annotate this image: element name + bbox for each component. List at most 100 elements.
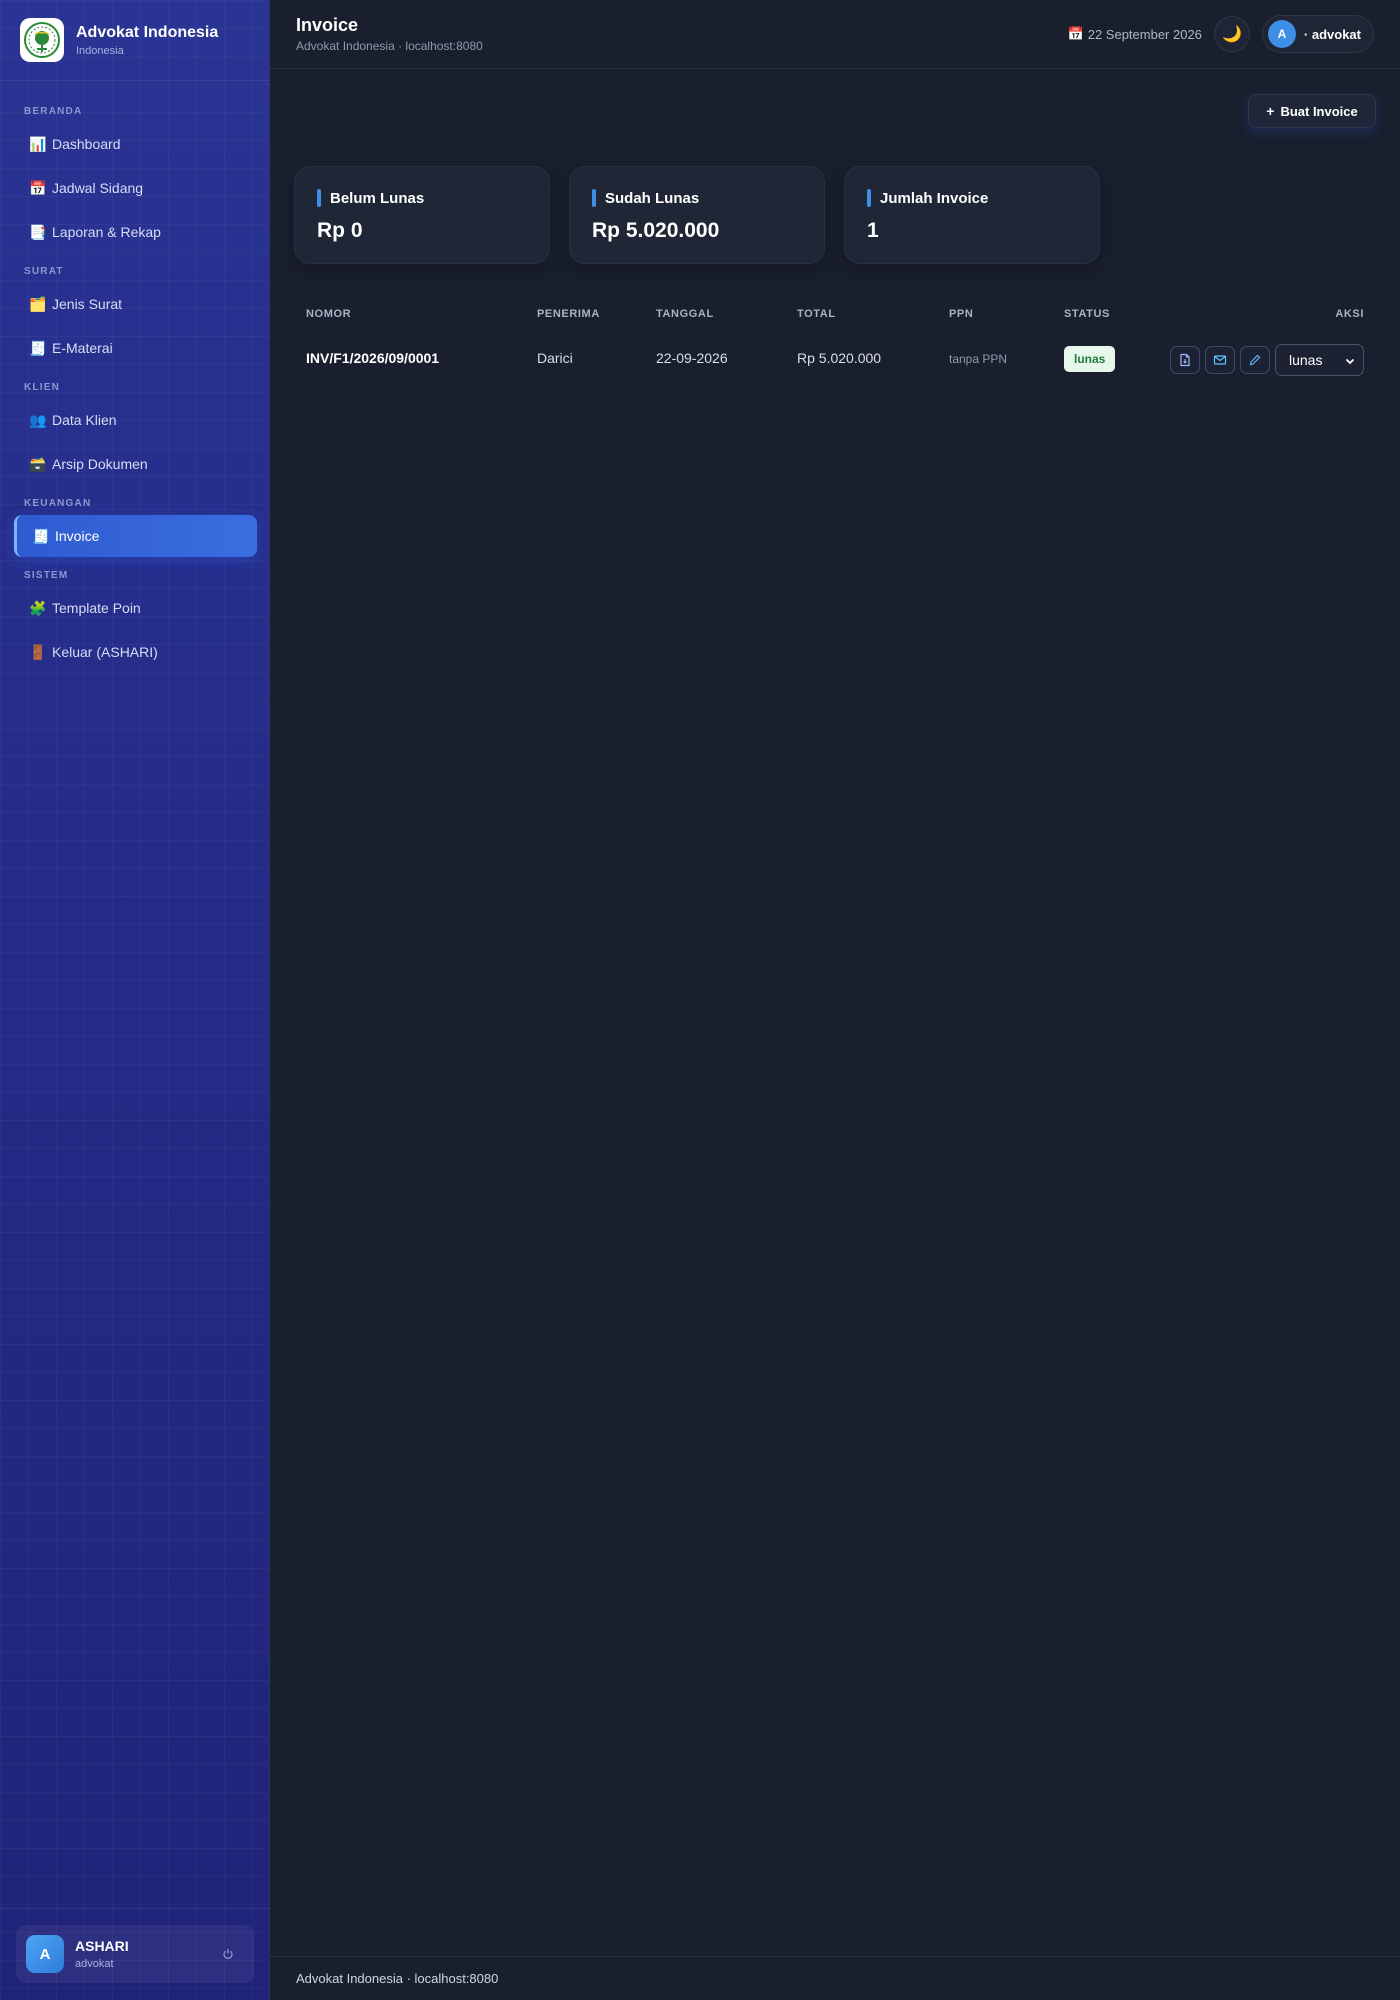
user-menu-label: · advokat xyxy=(1303,26,1361,42)
calendar-icon: 📅 xyxy=(29,179,47,196)
column-header-status: STATUS xyxy=(1064,308,1110,320)
footer-text: Advokat Indonesia · localhost:8080 xyxy=(296,1971,499,1986)
brand-subtitle: Indonesia xyxy=(76,44,124,57)
invoice-table: NOMOR PENERIMA TANGGAL TOTAL PPN STATUS … xyxy=(294,300,1364,390)
column-header-nomor: NOMOR xyxy=(306,308,352,320)
create-invoice-label: Buat Invoice xyxy=(1280,103,1358,119)
avatar: A xyxy=(26,1935,64,1973)
stat-accent-bar xyxy=(867,189,871,207)
send-email-button[interactable] xyxy=(1205,346,1235,374)
stat-card-jumlah-invoice: Jumlah Invoice 1 xyxy=(844,166,1100,264)
stat-accent-bar xyxy=(317,189,321,207)
invoice-total: Rp 5.020.000 xyxy=(797,350,882,366)
user-menu-button[interactable]: A · advokat xyxy=(1261,15,1374,53)
sidebar-item-label: Arsip Dokumen xyxy=(52,456,148,472)
sidebar-item-label: Data Klien xyxy=(52,412,117,428)
report-icon: 📑 xyxy=(29,223,47,240)
invoice-icon: 🧾 xyxy=(32,527,50,544)
receipt-icon: 🧾 xyxy=(29,339,47,356)
users-icon: 👥 xyxy=(29,411,47,428)
stat-accent-bar xyxy=(592,189,596,207)
nav-section-klien: KLIEN xyxy=(24,382,60,393)
sidebar-item-e-materai[interactable]: 🧾 E-Materai xyxy=(14,327,257,369)
chart-icon: 📊 xyxy=(29,135,47,152)
recipient: Darici xyxy=(537,350,573,366)
nav-section-beranda: BERANDA xyxy=(24,106,83,117)
status-badge: lunas xyxy=(1064,346,1116,372)
page-subtitle: Advokat Indonesia · localhost:8080 xyxy=(296,39,483,53)
pdf-button[interactable] xyxy=(1170,346,1200,374)
sidebar: Advokat Indonesia Indonesia BERANDA 📊 Da… xyxy=(0,0,270,2000)
sidebar-item-jenis-surat[interactable]: 🗂️ Jenis Surat xyxy=(14,283,257,325)
sidebar-item-label: E-Materai xyxy=(52,340,113,356)
sidebar-item-label: Jadwal Sidang xyxy=(52,180,144,196)
status-select-value: lunas xyxy=(1289,352,1323,368)
table-header: NOMOR PENERIMA TANGGAL TOTAL PPN STATUS … xyxy=(294,300,1364,330)
sidebar-item-template-poin[interactable]: 🧩 Template Poin xyxy=(14,587,257,629)
column-header-aksi: AKSI xyxy=(1335,308,1364,320)
moon-icon: 🌙 xyxy=(1221,26,1242,43)
nav-section-surat: SURAT xyxy=(24,266,64,277)
column-header-total: TOTAL xyxy=(797,308,836,320)
theme-toggle-button[interactable]: 🌙 xyxy=(1213,16,1250,52)
column-header-penerima: PENERIMA xyxy=(537,308,600,320)
nav-section-keuangan: KEUANGAN xyxy=(24,498,92,509)
stat-card-sudah-lunas: Sudah Lunas Rp 5.020.000 xyxy=(569,166,825,264)
create-invoice-button[interactable]: + Buat Invoice xyxy=(1248,94,1376,128)
mail-icon xyxy=(1213,355,1227,365)
plus-icon: + xyxy=(1266,103,1275,119)
sidebar-item-label: Keluar (ASHARI) xyxy=(52,644,158,660)
sidebar-item-laporan-rekap[interactable]: 📑 Laporan & Rekap xyxy=(14,211,257,253)
sidebar-nav: BERANDA 📊 Dashboard 📅 Jadwal Sidang 📑 La… xyxy=(0,81,269,673)
nav-section-sistem: SISTEM xyxy=(24,570,69,581)
user-name: ASHARI xyxy=(75,1938,129,1954)
current-date: 📅 22 September 2026 xyxy=(1068,26,1202,42)
power-icon[interactable] xyxy=(218,1944,238,1964)
folder-icon: 🗂️ xyxy=(29,295,47,312)
brand-title: Advokat Indonesia xyxy=(76,23,219,41)
status-select[interactable]: lunas xyxy=(1275,344,1364,376)
column-header-tanggal: TANGGAL xyxy=(656,308,714,320)
stat-label: Sudah Lunas xyxy=(605,189,700,207)
archive-icon: 🗃️ xyxy=(29,455,47,472)
page-title: Invoice xyxy=(296,15,359,35)
brand[interactable]: Advokat Indonesia Indonesia xyxy=(0,0,269,81)
sidebar-item-label: Laporan & Rekap xyxy=(52,224,161,240)
stat-value: Rp 5.020.000 xyxy=(592,219,720,242)
pencil-icon xyxy=(1249,354,1261,366)
page-footer: Advokat Indonesia · localhost:8080 xyxy=(270,1956,1400,2000)
sidebar-item-data-klien[interactable]: 👥 Data Klien xyxy=(14,399,257,441)
date-label: 22 September 2026 xyxy=(1087,26,1202,42)
calendar-icon: 📅 xyxy=(1067,26,1084,41)
ppn-value: tanpa PPN xyxy=(949,352,1008,366)
sidebar-item-label: Jenis Surat xyxy=(52,296,123,312)
user-role: advokat xyxy=(75,1958,114,1970)
puzzle-icon: 🧩 xyxy=(29,599,47,616)
stat-value: 1 xyxy=(867,219,879,242)
column-header-ppn: PPN xyxy=(949,308,974,320)
stat-label: Jumlah Invoice xyxy=(880,189,989,207)
user-card[interactable]: A ASHARI advokat xyxy=(16,1925,254,1983)
sidebar-item-arsip-dokumen[interactable]: 🗃️ Arsip Dokumen xyxy=(14,443,257,485)
sidebar-item-invoice[interactable]: 🧾 Invoice xyxy=(14,515,257,557)
avatar: A xyxy=(1267,20,1296,48)
sidebar-item-label: Template Poin xyxy=(52,600,141,616)
stat-label: Belum Lunas xyxy=(330,189,425,207)
invoice-number: INV/F1/2026/09/0001 xyxy=(306,350,440,366)
sidebar-item-dashboard[interactable]: 📊 Dashboard xyxy=(14,123,257,165)
table-row: INV/F1/2026/09/0001 Darici 22-09-2026 Rp… xyxy=(294,330,1364,390)
edit-button[interactable] xyxy=(1240,346,1270,374)
door-icon: 🚪 xyxy=(29,643,47,660)
sidebar-footer: A ASHARI advokat xyxy=(0,1908,270,2000)
stat-card-belum-lunas: Belum Lunas Rp 0 xyxy=(294,166,550,264)
stat-value: Rp 0 xyxy=(317,219,363,242)
top-header: Invoice Advokat Indonesia · localhost:80… xyxy=(270,0,1400,69)
chevron-down-icon xyxy=(1345,358,1355,365)
sidebar-item-jadwal-sidang[interactable]: 📅 Jadwal Sidang xyxy=(14,167,257,209)
sidebar-item-label: Invoice xyxy=(55,528,100,544)
brand-logo-icon xyxy=(20,18,64,62)
invoice-date: 22-09-2026 xyxy=(656,350,728,366)
sidebar-item-logout[interactable]: 🚪 Keluar (ASHARI) xyxy=(14,631,257,673)
file-pdf-icon xyxy=(1180,353,1190,367)
sidebar-item-label: Dashboard xyxy=(52,136,121,152)
